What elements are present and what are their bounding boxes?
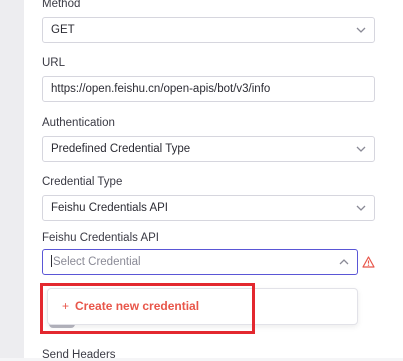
authentication-select[interactable]: Predefined Credential Type [42,136,375,162]
chevron-up-icon [339,259,349,265]
create-new-credential-option[interactable]: + Create new credential [62,299,199,313]
credential-type-select[interactable]: Feishu Credentials API [42,195,375,221]
chevron-down-icon [356,27,366,33]
authentication-label: Authentication [42,117,115,129]
method-label: Method [42,0,81,10]
authentication-value: Predefined Credential Type [51,143,191,155]
warning-icon [362,256,375,268]
url-value: https://open.feishu.cn/open-apis/bot/v3/… [51,83,271,95]
chevron-down-icon [356,205,366,211]
send-headers-label: Send Headers [42,349,116,361]
credential-placeholder: Select Credential [53,256,141,268]
credential-label: Feishu Credentials API [42,232,159,244]
credential-type-label: Credential Type [42,176,123,188]
create-new-credential-label: Create new credential [75,299,200,313]
method-value: GET [51,24,75,36]
chevron-down-icon [356,146,366,152]
url-label: URL [42,57,66,69]
left-gutter [0,0,24,358]
method-select[interactable]: GET [42,17,375,43]
credential-dropdown: + Create new credential [47,288,358,325]
text-caret [51,255,52,267]
plus-icon: + [62,299,70,313]
credential-select[interactable]: Select Credential [42,249,358,275]
credential-type-value: Feishu Credentials API [51,202,168,214]
url-input[interactable]: https://open.feishu.cn/open-apis/bot/v3/… [42,76,375,102]
